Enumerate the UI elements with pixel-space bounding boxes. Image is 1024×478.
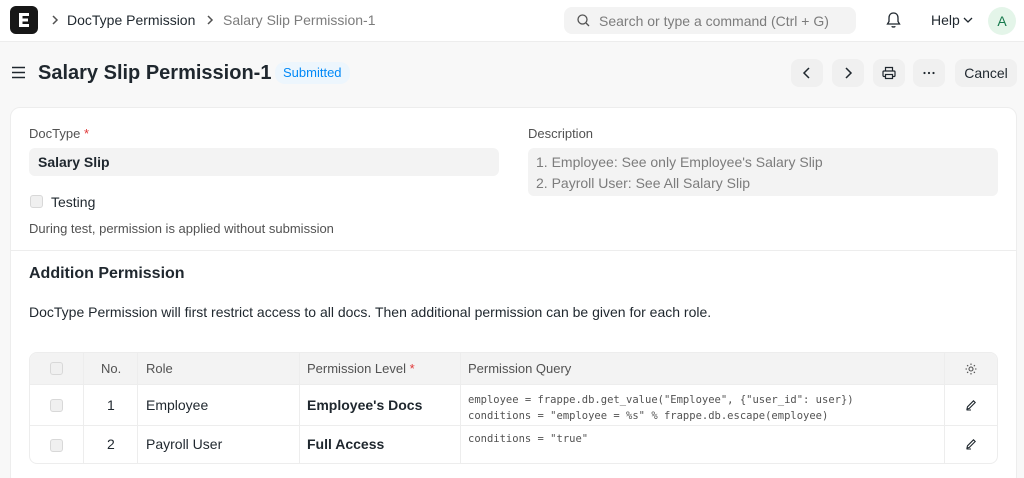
row-number: 1 bbox=[107, 397, 115, 413]
description-line: 2. Payroll User: See All Salary Slip bbox=[536, 175, 750, 191]
description-line: 1. Employee: See only Employee's Salary … bbox=[536, 154, 823, 170]
permission-table: No. Role Permission Level * Permission Q… bbox=[29, 352, 998, 464]
description-field[interactable]: 1. Employee: See only Employee's Salary … bbox=[528, 148, 998, 196]
edit-pencil-icon[interactable] bbox=[965, 399, 977, 411]
row-permission-query-line[interactable]: employee = frappe.db.get_value("Employee… bbox=[468, 392, 854, 408]
testing-checkbox[interactable] bbox=[30, 195, 43, 208]
printer-icon bbox=[882, 66, 896, 80]
doctype-field[interactable]: Salary Slip bbox=[29, 148, 499, 176]
next-doc-button[interactable] bbox=[832, 59, 864, 87]
more-horizontal-icon bbox=[923, 71, 935, 75]
column-divider bbox=[460, 353, 461, 463]
search-bar[interactable]: Search or type a command (Ctrl + G) bbox=[564, 7, 856, 34]
chevron-down-icon[interactable] bbox=[963, 16, 973, 24]
help-menu[interactable]: Help bbox=[931, 12, 960, 28]
doctype-label: DocType * bbox=[29, 126, 89, 141]
column-divider bbox=[299, 353, 300, 463]
row-divider bbox=[30, 384, 997, 385]
user-avatar[interactable]: A bbox=[988, 7, 1016, 35]
app-logo-icon bbox=[19, 13, 29, 27]
breadcrumb-doctype-permission[interactable]: DocType Permission bbox=[67, 12, 195, 28]
search-placeholder: Search or type a command (Ctrl + G) bbox=[599, 13, 829, 29]
row-divider bbox=[30, 425, 997, 426]
column-divider bbox=[944, 353, 945, 463]
row-role[interactable]: Payroll User bbox=[146, 436, 222, 452]
required-asterisk: * bbox=[83, 126, 89, 141]
gear-icon[interactable] bbox=[964, 362, 978, 376]
status-badge: Submitted bbox=[275, 62, 350, 84]
row-permission-level[interactable]: Full Access bbox=[307, 436, 384, 452]
row-permission-query-line[interactable]: conditions = "employee = %s" % frappe.db… bbox=[468, 408, 828, 424]
testing-help-text: During test, permission is applied witho… bbox=[29, 221, 334, 236]
column-header-role: Role bbox=[146, 361, 173, 376]
doctype-value: Salary Slip bbox=[38, 154, 110, 170]
print-button[interactable] bbox=[873, 59, 905, 87]
row-checkbox[interactable] bbox=[50, 399, 63, 412]
column-header-permission-level: Permission Level * bbox=[307, 361, 415, 376]
chevron-right-icon bbox=[845, 67, 853, 79]
row-role[interactable]: Employee bbox=[146, 397, 208, 413]
hamburger-menu-icon[interactable] bbox=[10, 64, 27, 81]
section-title: Addition Permission bbox=[29, 265, 185, 282]
edit-pencil-icon[interactable] bbox=[965, 438, 977, 450]
section-divider bbox=[11, 250, 1016, 251]
section-description: DocType Permission will first restrict a… bbox=[29, 304, 712, 320]
testing-label: Testing bbox=[51, 194, 96, 210]
form-card: DocType * Salary Slip Description 1. Emp… bbox=[10, 107, 1017, 478]
previous-doc-button[interactable] bbox=[791, 59, 823, 87]
column-header-permission-query: Permission Query bbox=[468, 361, 572, 376]
column-divider bbox=[83, 353, 84, 463]
chevron-left-icon bbox=[802, 67, 810, 79]
cancel-button[interactable]: Cancel bbox=[955, 59, 1017, 87]
chevron-right-icon bbox=[207, 15, 214, 25]
column-divider bbox=[137, 353, 138, 463]
chevron-right-icon bbox=[52, 15, 59, 25]
navbar: DocType Permission Salary Slip Permissio… bbox=[0, 0, 1024, 42]
breadcrumb-current[interactable]: Salary Slip Permission-1 bbox=[223, 12, 376, 28]
column-header-no: No. bbox=[101, 361, 122, 376]
row-permission-level[interactable]: Employee's Docs bbox=[307, 397, 422, 413]
notification-bell-icon[interactable] bbox=[885, 11, 902, 29]
row-number: 2 bbox=[107, 436, 115, 452]
row-checkbox[interactable] bbox=[50, 439, 63, 452]
search-icon bbox=[577, 14, 590, 27]
app-logo[interactable] bbox=[10, 6, 38, 34]
row-permission-query-line[interactable]: conditions = "true" bbox=[468, 431, 588, 447]
select-all-checkbox[interactable] bbox=[50, 362, 63, 375]
page-title: Salary Slip Permission-1 bbox=[38, 62, 272, 84]
description-label: Description bbox=[528, 126, 594, 141]
more-actions-button[interactable] bbox=[913, 59, 945, 87]
